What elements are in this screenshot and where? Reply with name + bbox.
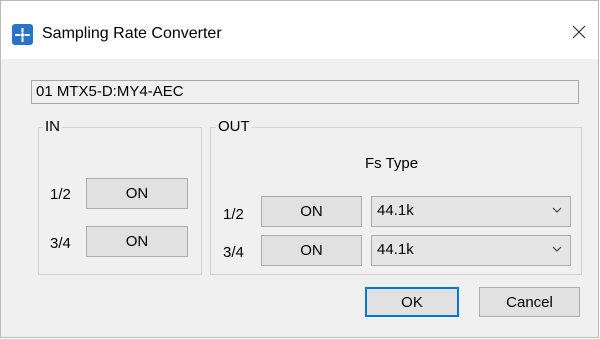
fs-type-label: Fs Type <box>365 155 419 172</box>
out-3-4-fs-type-select[interactable]: 44.1k <box>371 235 571 266</box>
window-title: Sampling Rate Converter <box>42 25 222 42</box>
in-channel-label: 3/4 <box>50 235 71 252</box>
chevron-down-icon <box>552 207 562 213</box>
out-3-4-on-button[interactable]: ON <box>261 235 362 266</box>
ok-button[interactable]: OK <box>365 287 459 317</box>
out-1-2-fs-type-value: 44.1k <box>377 202 414 219</box>
out-group: OUT Fs Type 1/2 ON 44.1k 3/4 ON 44.1k <box>210 118 582 275</box>
out-channel-label: 1/2 <box>223 206 244 223</box>
dialog-window: Sampling Rate Converter 01 MTX5-D:MY4-AE… <box>0 0 599 338</box>
in-group: IN 1/2 ON 3/4 ON <box>38 118 202 275</box>
out-channel-label: 3/4 <box>223 244 244 261</box>
out-1-2-on-button[interactable]: ON <box>261 196 362 227</box>
out-3-4-fs-type-value: 44.1k <box>377 241 414 258</box>
close-icon <box>572 25 586 39</box>
chevron-down-icon <box>552 246 562 252</box>
sampling-rate-converter-icon <box>12 24 33 45</box>
cancel-button[interactable]: Cancel <box>479 287 580 317</box>
device-name-field: 01 MTX5-D:MY4-AEC <box>31 80 579 104</box>
in-channel-label: 1/2 <box>50 186 71 203</box>
close-button[interactable] <box>564 17 594 47</box>
in-1-2-on-button[interactable]: ON <box>86 178 188 209</box>
out-group-label: OUT <box>216 118 252 136</box>
title-bar: Sampling Rate Converter <box>1 1 598 59</box>
out-1-2-fs-type-select[interactable]: 44.1k <box>371 196 571 227</box>
in-group-label: IN <box>43 118 62 136</box>
in-3-4-on-button[interactable]: ON <box>86 226 188 257</box>
